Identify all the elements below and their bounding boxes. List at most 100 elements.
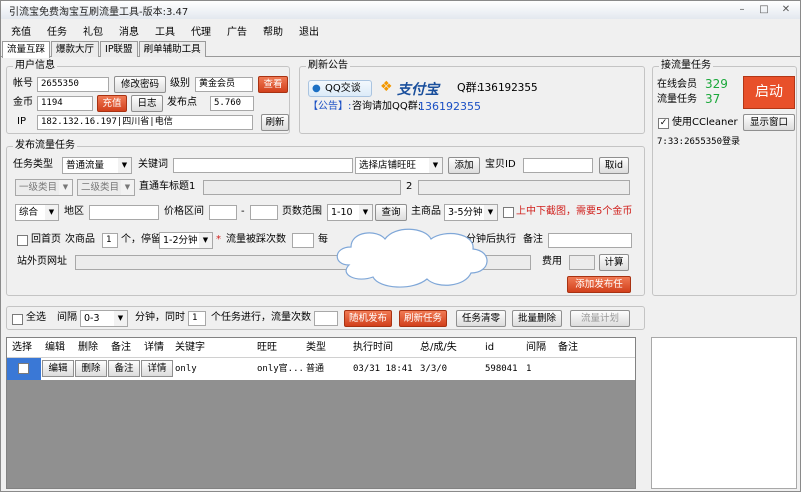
- flow-count-label: 流量被踩次数: [226, 234, 286, 245]
- menu-ads[interactable]: 广告: [227, 23, 247, 38]
- get-id-button[interactable]: 取id: [599, 157, 629, 174]
- minimize-icon[interactable]: –: [732, 3, 752, 16]
- change-password-button[interactable]: 修改密码: [114, 76, 166, 93]
- qq-chat-label: QQ交谈: [325, 83, 361, 94]
- row-keyword: only: [175, 364, 197, 374]
- keyword-label: 关键词: [138, 159, 168, 170]
- category1-value: 一级类目: [19, 182, 58, 193]
- receive-flow-title: 接流量任务: [659, 60, 713, 72]
- concurrent-input[interactable]: 1: [188, 311, 206, 326]
- price-min-input[interactable]: [209, 205, 237, 220]
- menu-tools[interactable]: 工具: [155, 23, 175, 38]
- tab-flow-exchange[interactable]: 流量互踩: [2, 41, 51, 58]
- sort-select[interactable]: 综合 ▼: [15, 204, 59, 221]
- cloud-overlay-shape: [336, 228, 488, 288]
- row-select-checkbox[interactable]: [18, 363, 29, 374]
- flow-task-label: 流量任务: [657, 94, 697, 105]
- flow-times-input[interactable]: [314, 311, 338, 326]
- row-type: 普通: [306, 364, 325, 374]
- category2-value: 二级类目: [81, 182, 120, 193]
- add-publish-button[interactable]: 添加发布任: [567, 276, 631, 293]
- task-type-label: 任务类型: [13, 159, 53, 170]
- menu-help[interactable]: 帮助: [263, 23, 283, 38]
- main-time-select[interactable]: 3-5分钟 ▼: [444, 204, 498, 221]
- screenshot-checkbox[interactable]: [503, 207, 514, 218]
- close-icon[interactable]: ✕: [776, 3, 796, 16]
- clear-task-button[interactable]: 任务清零: [456, 310, 506, 327]
- chevron-down-icon: ▼: [59, 180, 72, 195]
- stay-label: 个，停留: [121, 234, 161, 245]
- random-publish-button[interactable]: 随机发布: [344, 310, 392, 327]
- menu-agent[interactable]: 代理: [191, 23, 211, 38]
- screenshot-label: 上中下截图，需要5个金币: [516, 206, 633, 217]
- col-stats: 总/成/失: [420, 342, 457, 353]
- maximize-icon[interactable]: □: [754, 3, 774, 16]
- row-remark-button[interactable]: 备注: [108, 360, 140, 377]
- start-button[interactable]: 启动: [743, 76, 795, 109]
- back-home-label: 回首页: [31, 234, 61, 245]
- notice-title[interactable]: 刷新公告: [306, 60, 350, 72]
- col-detail: 详情: [144, 342, 164, 353]
- shop-select[interactable]: 选择店铺旺旺 ▼: [355, 157, 443, 174]
- refresh-button[interactable]: 刷新: [261, 114, 289, 131]
- row-detail-button[interactable]: 详情: [141, 360, 173, 377]
- stay-time-select[interactable]: 1-2分钟 ▼: [159, 232, 213, 249]
- task-type-select[interactable]: 普通流量 ▼: [62, 157, 132, 174]
- col-type: 类型: [306, 342, 326, 353]
- tab-order-tools[interactable]: 刷单辅助工具: [138, 41, 206, 57]
- col-edit: 编辑: [45, 342, 65, 353]
- main-product-label: 主商品: [411, 206, 441, 217]
- query-button[interactable]: 查询: [375, 204, 407, 221]
- chevron-down-icon: ▼: [45, 205, 58, 220]
- refresh-task-button[interactable]: 刷新任务: [399, 310, 447, 327]
- view-button[interactable]: 查看: [258, 76, 288, 93]
- add-button[interactable]: 添加: [448, 157, 480, 174]
- price-max-input[interactable]: [250, 205, 278, 220]
- train-title1-input[interactable]: [203, 180, 401, 195]
- baby-id-input[interactable]: [523, 158, 593, 173]
- sub-count-input[interactable]: 1: [102, 233, 118, 248]
- select-all-checkbox[interactable]: [12, 314, 23, 325]
- flow-count-input[interactable]: [292, 233, 314, 248]
- interval-select[interactable]: 0-3 ▼: [80, 310, 128, 327]
- recharge-button[interactable]: 充值: [97, 95, 127, 112]
- tab-hot-hall[interactable]: 爆款大厅: [51, 41, 100, 57]
- task-type-value: 普通流量: [66, 160, 105, 171]
- stay-time-value: 1-2分钟: [163, 235, 198, 246]
- fee-label: 费用: [542, 256, 562, 267]
- row-delete-button[interactable]: 删除: [75, 360, 107, 377]
- main-window: 引流宝免费淘宝互刷流量工具-版本:3.47 – □ ✕ 充值 任务 礼包 消息 …: [0, 0, 801, 492]
- tab-ip-alliance[interactable]: IP联盟: [100, 41, 138, 57]
- row-edit-button[interactable]: 编辑: [42, 360, 74, 377]
- ccleaner-checkbox[interactable]: ✓: [658, 118, 669, 129]
- category1-select[interactable]: 一级类目 ▼: [15, 179, 73, 196]
- remark-input[interactable]: [548, 233, 632, 248]
- menu-recharge[interactable]: 充值: [11, 23, 31, 38]
- show-window-button[interactable]: 显示窗口: [743, 114, 795, 131]
- col-interval: 间隔: [526, 342, 546, 353]
- qq-chat-button[interactable]: ● QQ交谈: [308, 80, 372, 97]
- menu-bar: 充值 任务 礼包 消息 工具 代理 广告 帮助 退出: [1, 20, 800, 40]
- log-button[interactable]: 日志: [131, 95, 163, 112]
- side-log-panel: [651, 337, 797, 489]
- col-keyword: 关键字: [175, 342, 205, 353]
- page-range-select[interactable]: 1-10 ▼: [327, 204, 373, 221]
- menu-task[interactable]: 任务: [47, 23, 67, 38]
- batch-delete-button[interactable]: 批量删除: [512, 310, 562, 327]
- table-row[interactable]: 编辑 删除 备注 详情 only only官... 普通 03/31 18:41…: [7, 358, 635, 380]
- menu-gift[interactable]: 礼包: [83, 23, 103, 38]
- ip-label: IP: [17, 116, 26, 127]
- calc-button[interactable]: 计算: [599, 254, 629, 271]
- flow-plan-button[interactable]: 流量计划: [570, 310, 630, 327]
- category2-select[interactable]: 二级类目 ▼: [77, 179, 135, 196]
- chevron-down-icon: ▼: [114, 311, 127, 326]
- account-field[interactable]: 2655350: [37, 77, 109, 92]
- every-label: 每: [318, 234, 328, 245]
- train-title2-input[interactable]: [418, 180, 630, 195]
- page-range-value: 1-10: [331, 207, 353, 218]
- back-home-checkbox[interactable]: [17, 235, 28, 246]
- menu-message[interactable]: 消息: [119, 23, 139, 38]
- keyword-input[interactable]: [173, 158, 353, 173]
- menu-exit[interactable]: 退出: [299, 23, 319, 38]
- region-input[interactable]: [89, 205, 159, 220]
